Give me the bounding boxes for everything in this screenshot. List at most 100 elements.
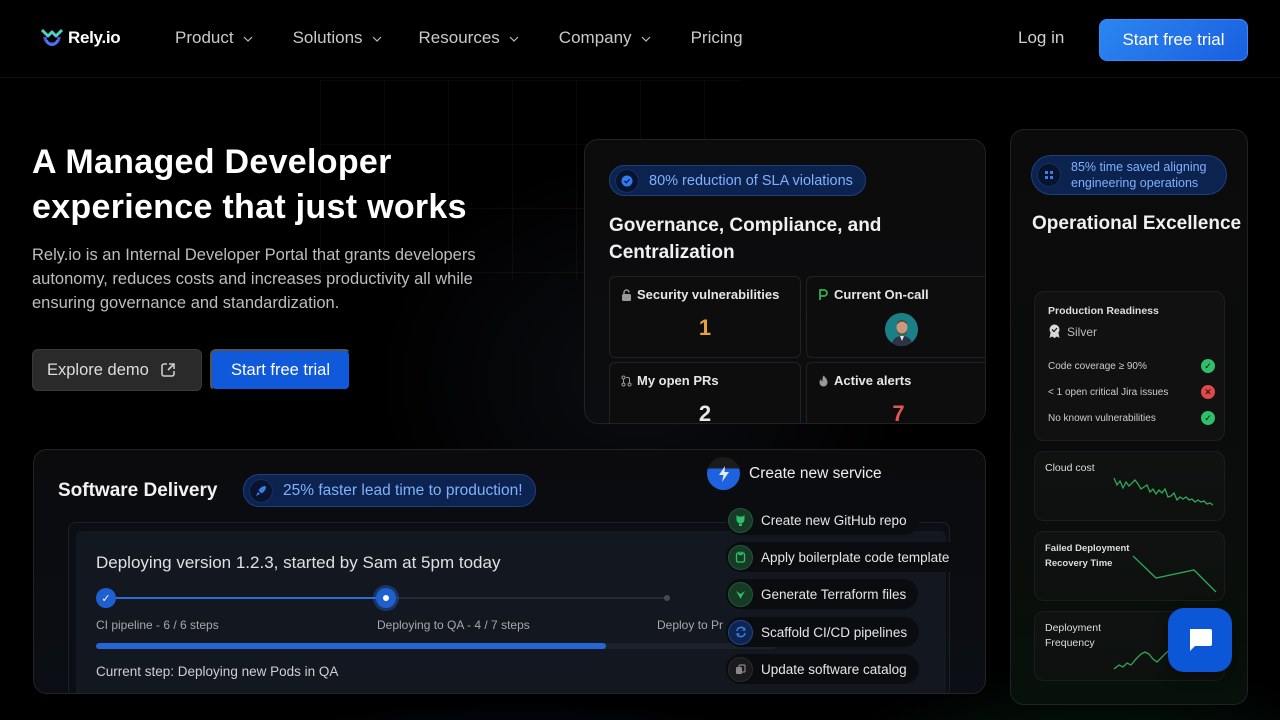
tile-my-open-prs[interactable]: My open PRs 2 (609, 362, 801, 423)
fire-icon (819, 375, 828, 386)
action-create-github-repo[interactable]: Create new GitHub repo (726, 505, 919, 535)
readiness-check: No known vulnerabilities ✓ (1048, 411, 1215, 425)
explore-demo-button[interactable]: Explore demo (32, 349, 202, 391)
explore-demo-label: Explore demo (47, 360, 149, 379)
stepper-fill (106, 597, 386, 599)
action-scaffold-cicd-pipelines[interactable]: Scaffold CI/CD pipelines (726, 617, 920, 647)
readiness-check: Code coverage ≥ 90% ✓ (1048, 359, 1215, 373)
action-update-software-catalog[interactable]: Update software catalog (726, 654, 919, 684)
tile-label: Active alerts (818, 373, 911, 388)
check-label: Code coverage ≥ 90% (1048, 360, 1147, 372)
lock-icon (622, 288, 631, 301)
action-label: Update software catalog (761, 661, 907, 677)
rely-logo-icon (40, 28, 64, 46)
governance-title: Governance, Compliance, and Centralizati… (609, 215, 882, 263)
nav-item-company[interactable]: Company (559, 28, 651, 48)
step-pending-node (664, 595, 670, 601)
on-call-avatar[interactable] (885, 313, 918, 346)
nav-item-label: Solutions (292, 28, 363, 47)
sla-badge: 80% reduction of SLA violations (609, 165, 866, 196)
top-navigation: Rely.io Product Solutions Resources Comp… (0, 0, 1280, 78)
step-label: Deploy to Pr (657, 618, 724, 632)
nav-item-label: Pricing (690, 28, 743, 47)
tile-current-on-call[interactable]: Current On-call (806, 276, 985, 358)
metric-cloud-cost[interactable]: Cloud cost (1034, 451, 1225, 521)
tile-value: 7 (892, 401, 905, 424)
deployment-title: Deploying version 1.2.3, started by Sam … (96, 553, 501, 572)
check-label: < 1 open critical Jira issues (1048, 386, 1169, 398)
tile-label-text: Active alerts (834, 373, 912, 388)
governance-card: 80% reduction of SLA violations Governan… (584, 139, 986, 424)
readiness-tier-label: Silver (1067, 324, 1098, 339)
action-generate-terraform-files[interactable]: Generate Terraform files (726, 579, 919, 609)
pipeline-icon (728, 619, 753, 645)
action-label: Apply boilerplate code template (761, 549, 950, 565)
tile-label: Current On-call (818, 287, 929, 302)
medal-icon (1049, 324, 1060, 338)
tile-label: My open PRs (621, 373, 719, 388)
logo[interactable]: Rely.io (40, 27, 121, 49)
production-readiness-panel[interactable]: Production Readiness Silver Code coverag… (1034, 291, 1225, 441)
login-link[interactable]: Log in (1018, 28, 1064, 48)
tile-label: Security vulnerabilities (621, 287, 779, 302)
cloud-cost-sparkline (1113, 477, 1214, 506)
lead-time-badge-text: 25% faster lead time to production! (283, 481, 523, 499)
tile-label-text: My open PRs (637, 373, 719, 388)
external-link-icon (161, 363, 175, 377)
create-new-service-header: Create new service (707, 457, 882, 490)
rocket-icon (249, 478, 273, 503)
catalog-icon (728, 656, 753, 682)
tile-label-text: Current On-call (834, 287, 929, 302)
deployment-progress-bar (96, 643, 776, 649)
nav-item-pricing[interactable]: Pricing (691, 28, 743, 48)
chevron-down-icon (509, 36, 519, 42)
tile-active-alerts[interactable]: Active alerts 7 (806, 362, 985, 424)
hero-title: A Managed Developer experience that just… (32, 143, 467, 226)
time-saved-badge-text: 85% time saved aligning engineering oper… (1071, 160, 1207, 190)
hero-subtitle: Rely.io is an Internal Developer Portal … (32, 246, 476, 312)
template-icon (728, 544, 753, 570)
nav-item-resources[interactable]: Resources (419, 28, 519, 48)
tile-security-vulnerabilities[interactable]: Security vulnerabilities 1 (609, 276, 801, 358)
nav-item-label: Company (558, 28, 632, 47)
step-active-node (376, 588, 396, 608)
step-label: CI pipeline - 6 / 6 steps (96, 618, 219, 632)
tile-value: 1 (698, 315, 712, 340)
action-label: Create new GitHub repo (761, 512, 907, 528)
chevron-down-icon (243, 36, 253, 42)
action-label: Scaffold CI/CD pipelines (761, 624, 908, 640)
tile-label-text: Security vulnerabilities (637, 287, 780, 302)
chevron-down-icon (372, 36, 381, 42)
check-pass-icon: ✓ (1201, 411, 1215, 425)
action-label: Generate Terraform files (761, 586, 907, 602)
start-free-trial-nav-button[interactable]: Start free trial (1099, 19, 1248, 61)
current-step-text: Current step: Deploying new Pods in QA (96, 664, 339, 679)
pull-request-icon (621, 375, 632, 386)
check-label: No known vulnerabilities (1048, 412, 1156, 424)
lead-time-badge: 25% faster lead time to production! (243, 474, 536, 507)
nav-item-solutions[interactable]: Solutions (293, 28, 382, 48)
nav-item-product[interactable]: Product (175, 28, 253, 48)
nav-item-label: Resources (418, 28, 500, 47)
action-apply-boilerplate-template[interactable]: Apply boilerplate code template (726, 542, 962, 572)
recovery-time-sparkline (1132, 555, 1217, 593)
chat-bubble-icon (1190, 629, 1212, 651)
sla-badge-text: 80% reduction of SLA violations (649, 172, 853, 189)
pagerduty-icon (819, 288, 828, 300)
metric-failed-deployment-recovery-time[interactable]: Failed Deployment Recovery Time (1034, 531, 1225, 601)
operational-title: Operational Excellence (1032, 213, 1242, 234)
main-menu: Product Solutions Resources Company Pric… (175, 28, 783, 48)
readiness-title: Production Readiness (1048, 305, 1159, 317)
readiness-tier: Silver (1048, 324, 1097, 339)
github-icon (728, 507, 753, 533)
workflow-icon (1037, 163, 1061, 187)
logo-text: Rely.io (68, 28, 121, 47)
check-pass-icon: ✓ (1201, 359, 1215, 373)
chat-widget-button[interactable] (1168, 608, 1232, 672)
start-free-trial-hero-button[interactable]: Start free trial (210, 349, 351, 391)
create-new-service-title: Create new service (749, 464, 882, 482)
verified-badge-icon (615, 168, 639, 193)
deployment-progress-fill (96, 643, 606, 649)
check-fail-icon: ✕ (1201, 385, 1215, 399)
step-label: Deploying to QA - 4 / 7 steps (377, 618, 530, 632)
